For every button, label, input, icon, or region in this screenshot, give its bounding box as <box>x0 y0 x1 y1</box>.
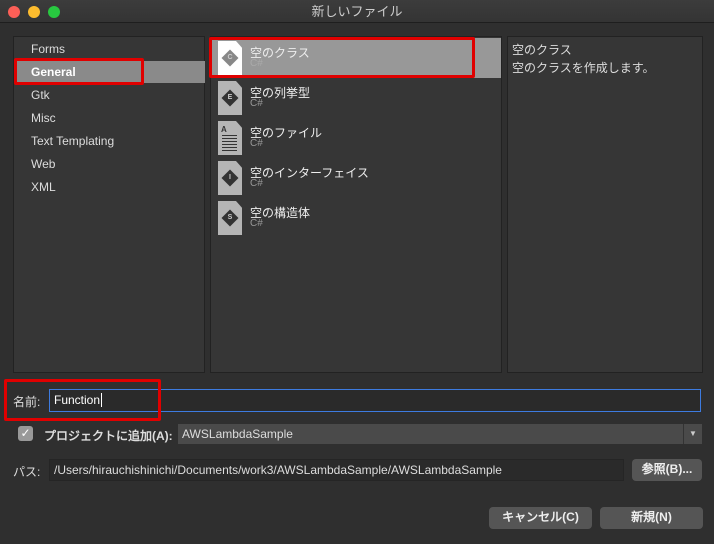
path-input[interactable]: /Users/hirauchishinichi/Documents/work3/… <box>49 459 624 481</box>
new-button[interactable]: 新規(N) <box>600 507 703 529</box>
category-forms[interactable]: Forms <box>15 38 205 60</box>
template-empty-interface[interactable]: I 空のインターフェイス C# <box>212 158 501 198</box>
chevron-down-icon[interactable]: ▼ <box>683 424 702 444</box>
enum-file-icon: E <box>218 81 242 115</box>
description-title: 空のクラス <box>512 43 572 57</box>
template-lang: C# <box>250 138 263 149</box>
description-text: 空のクラスを作成します。 <box>512 61 655 75</box>
text-file-icon: A <box>218 121 242 155</box>
description-panel: 空のクラス 空のクラスを作成します。 <box>507 36 703 373</box>
window-title: 新しいファイル <box>311 4 403 19</box>
interface-file-icon: I <box>218 161 242 195</box>
path-label: パス: <box>13 465 41 479</box>
cancel-button[interactable]: キャンセル(C) <box>489 507 592 529</box>
zoom-button[interactable] <box>48 6 60 18</box>
template-lang: C# <box>250 178 263 189</box>
category-gtk[interactable]: Gtk <box>15 84 205 106</box>
browse-button[interactable]: 参照(B)... <box>632 459 702 481</box>
category-web[interactable]: Web <box>15 153 205 175</box>
add-to-project-checkbox[interactable]: ✓ <box>18 426 33 441</box>
add-to-project-label: プロジェクトに追加(A): <box>44 429 173 443</box>
title-bar: 新しいファイル <box>0 0 714 23</box>
project-select[interactable]: AWSLambdaSample ▼ <box>178 424 702 444</box>
template-empty-enum[interactable]: E 空の列挙型 C# <box>212 78 501 118</box>
category-xml[interactable]: XML <box>15 176 205 198</box>
highlight-empty-class <box>209 37 475 78</box>
template-list[interactable]: C 空のクラス C# E 空の列挙型 C# A 空のファイル C# I 空のイン… <box>210 36 502 373</box>
category-list[interactable]: Forms General Gtk Misc Text Templating W… <box>13 36 205 373</box>
highlight-general <box>14 58 144 85</box>
template-name: 空のインターフェイス <box>250 166 369 180</box>
minimize-button[interactable] <box>28 6 40 18</box>
highlight-name <box>4 379 161 421</box>
close-button[interactable] <box>8 6 20 18</box>
template-empty-struct[interactable]: S 空の構造体 C# <box>212 198 501 238</box>
template-lang: C# <box>250 98 263 109</box>
struct-file-icon: S <box>218 201 242 235</box>
category-misc[interactable]: Misc <box>15 107 205 129</box>
category-text-templating[interactable]: Text Templating <box>15 130 205 152</box>
template-lang: C# <box>250 218 263 229</box>
template-empty-file[interactable]: A 空のファイル C# <box>212 118 501 158</box>
